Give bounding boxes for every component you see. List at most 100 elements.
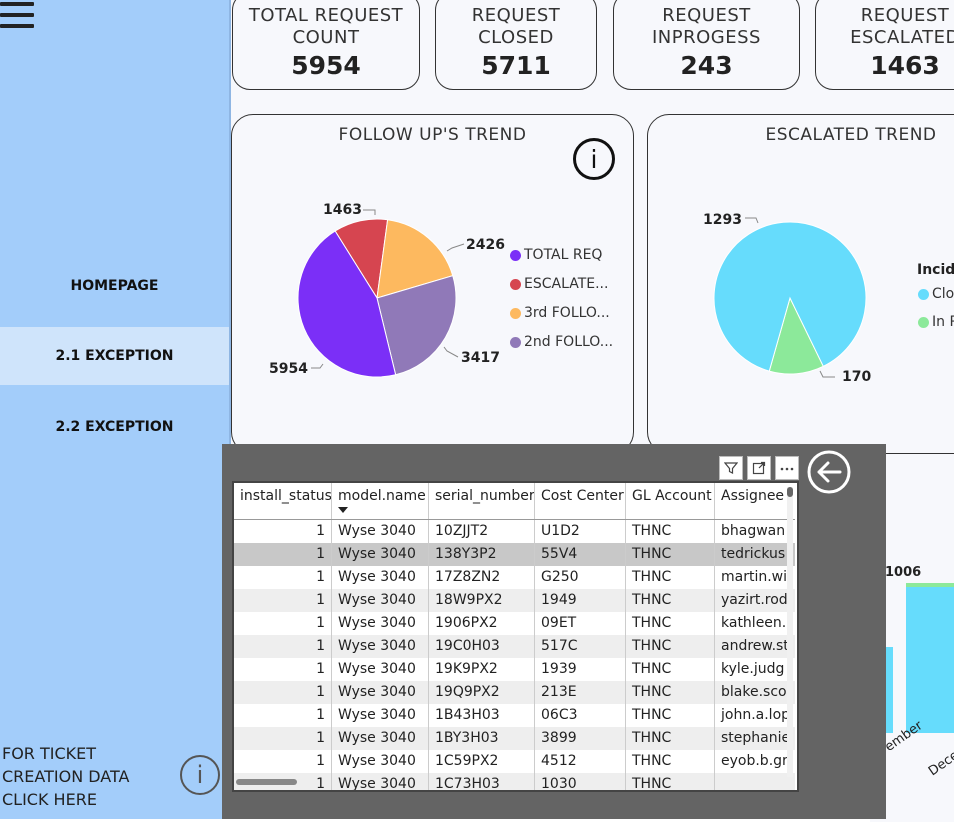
pie-data-label: 5954 <box>269 361 308 377</box>
column-header[interactable]: Cost Center <box>535 483 626 519</box>
table-row[interactable]: 1 Wyse 3040 1C59PX2 4512 THNC eyob.b.gr <box>234 750 795 773</box>
more-options-icon[interactable] <box>775 456 799 480</box>
table-cell: bhagwan <box>721 523 786 539</box>
legend-dot <box>510 307 521 319</box>
table-cell: THNC <box>626 658 715 681</box>
leader-line <box>745 217 759 224</box>
column-header[interactable]: Assignee <box>715 483 795 519</box>
bar[interactable] <box>885 647 893 733</box>
table-row[interactable]: 1 Wyse 3040 138Y3P2 55V4 THNC tedrickus <box>234 543 795 566</box>
pie-data-label: 1463 <box>323 202 362 218</box>
escalated-pie-chart <box>713 217 867 378</box>
table-row[interactable]: 1 Wyse 3040 19K9PX2 1939 THNC kyle.judg <box>234 658 795 681</box>
data-table: install_status model.name serial_number … <box>232 481 799 792</box>
table-row[interactable]: 1 Wyse 3040 1C73H03 1030 THNC <box>234 773 795 790</box>
table-cell: 1939 <box>535 658 626 681</box>
bar-data-label: 1006 <box>885 565 922 580</box>
table-cell: THNC <box>626 750 715 773</box>
table-cell: 517C <box>535 635 626 658</box>
ticket-info-icon[interactable]: i <box>180 755 220 795</box>
column-header[interactable]: model.name <box>332 483 429 519</box>
table-cell: 1C73H03 <box>429 773 535 790</box>
leader-line <box>311 363 324 369</box>
table-cell: john.a.lop <box>721 707 791 723</box>
column-header[interactable]: GL Account <box>626 483 715 519</box>
hamburger-menu-icon[interactable] <box>0 0 34 32</box>
table-cell <box>715 773 795 790</box>
table-row[interactable]: 1 Wyse 3040 19C0H03 517C THNC andrew.st <box>234 635 795 658</box>
table-cell: G250 <box>535 566 626 589</box>
legend-item[interactable]: In P <box>918 314 954 330</box>
table-cell: 18W9PX2 <box>429 589 535 612</box>
sidebar: HOMEPAGE 2.1 EXCEPTION 2.2 EXCEPTION FOR… <box>0 0 229 819</box>
table-cell: 1030 <box>535 773 626 790</box>
table-cell: 09ET <box>535 612 626 635</box>
nav-item-2-1-exception[interactable]: 2.1 EXCEPTION <box>0 327 229 385</box>
table-cell: THNC <box>626 635 715 658</box>
filter-icon[interactable] <box>719 456 743 480</box>
table-cell: THNC <box>626 727 715 750</box>
column-header[interactable]: install_status <box>234 483 332 519</box>
table-cell: 1C59PX2 <box>429 750 535 773</box>
leader-line <box>443 346 459 358</box>
table-cell: kathleen. <box>721 615 787 631</box>
table-cell: 1 <box>234 566 332 589</box>
legend-item[interactable]: TOTAL REQ <box>510 247 602 263</box>
kpi-value: 243 <box>680 51 733 80</box>
table-cell: 1 <box>234 704 332 727</box>
horizontal-scrollbar[interactable] <box>236 779 297 785</box>
table-cell: 1 <box>234 750 332 773</box>
table-cell: 19Q9PX2 <box>429 681 535 704</box>
legend-dot <box>510 278 521 290</box>
table-cell: Wyse 3040 <box>332 635 429 658</box>
table-cell: THNC <box>626 566 715 589</box>
table-row[interactable]: 1 Wyse 3040 10ZJJT2 U1D2 THNC bhagwan <box>234 520 795 543</box>
table-cell: andrew.st <box>721 638 789 654</box>
legend-item[interactable]: 2nd FOLLO... <box>510 334 613 350</box>
ticket-link-line: CLICK HERE <box>2 790 97 809</box>
table-cell: 10ZJJT2 <box>429 520 535 543</box>
kpi-label: REQUEST ESCALATED <box>850 5 954 48</box>
table-row[interactable]: 1 Wyse 3040 1906PX2 09ET THNC kathleen. <box>234 612 795 635</box>
back-arrow-icon[interactable] <box>806 449 852 495</box>
table-cell: 3899 <box>535 727 626 750</box>
ticket-creation-link[interactable]: FOR TICKET CREATION DATA CLICK HERE <box>2 742 129 811</box>
legend-item[interactable]: 3rd FOLLO... <box>510 305 610 321</box>
legend-dot <box>510 249 521 261</box>
table-row[interactable]: 1 Wyse 3040 18W9PX2 1949 THNC yazirt.rod <box>234 589 795 612</box>
table-row[interactable]: 1 Wyse 3040 19Q9PX2 213E THNC blake.sco <box>234 681 795 704</box>
table-cell: U1D2 <box>535 520 626 543</box>
legend-dot <box>918 316 929 328</box>
legend-item[interactable]: Clo <box>918 286 954 302</box>
table-cell: Wyse 3040 <box>332 658 429 681</box>
table-row[interactable]: 1 Wyse 3040 1BY3H03 3899 THNC stephanie <box>234 727 795 750</box>
table-row[interactable]: 1 Wyse 3040 1B43H03 06C3 THNC john.a.lop <box>234 704 795 727</box>
bar[interactable] <box>906 583 954 733</box>
table-cell: THNC <box>626 589 715 612</box>
legend-item[interactable]: ESCALATE... <box>510 276 608 292</box>
kpi-request-escalated: REQUEST ESCALATED 1463 <box>815 0 954 90</box>
table-cell: Wyse 3040 <box>332 589 429 612</box>
vertical-scrollbar-track <box>787 487 793 777</box>
table-cell: Wyse 3040 <box>332 520 429 543</box>
table-header: install_status model.name serial_number … <box>234 483 795 520</box>
table-cell: Wyse 3040 <box>332 543 429 566</box>
table-cell: 1 <box>234 520 332 543</box>
column-header[interactable]: serial_number <box>429 483 535 519</box>
vertical-scrollbar[interactable] <box>787 487 793 497</box>
table-cell: 06C3 <box>535 704 626 727</box>
table-cell: 1B43H03 <box>429 704 535 727</box>
nav-item-homepage[interactable]: HOMEPAGE <box>0 257 229 315</box>
nav-item-2-2-exception[interactable]: 2.2 EXCEPTION <box>0 398 229 456</box>
table-cell: Wyse 3040 <box>332 612 429 635</box>
kpi-request-inprogress: REQUEST INPROGESS 243 <box>613 0 800 90</box>
table-cell: 55V4 <box>535 543 626 566</box>
pie-data-label: 2426 <box>466 237 505 253</box>
table-row[interactable]: 1 Wyse 3040 17Z8ZN2 G250 THNC martin.wi <box>234 566 795 589</box>
x-axis-label: Dece <box>926 747 954 780</box>
focus-mode-icon[interactable] <box>747 456 771 480</box>
table-cell: Wyse 3040 <box>332 704 429 727</box>
kpi-value: 5954 <box>291 51 361 80</box>
ticket-link-line: CREATION DATA <box>2 767 130 786</box>
table-cell: 4512 <box>535 750 626 773</box>
